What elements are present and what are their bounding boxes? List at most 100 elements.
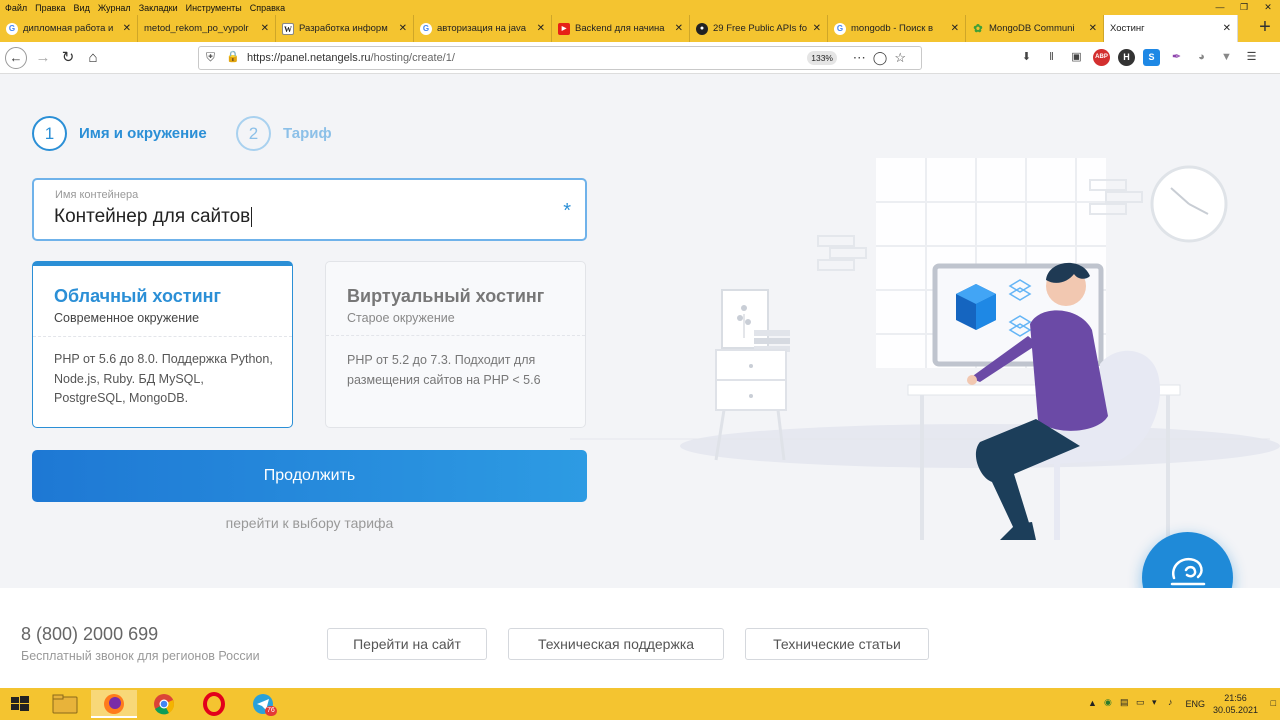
menu-bookmarks[interactable]: Закладки [139, 3, 178, 13]
wikipedia-icon: W [282, 22, 294, 35]
restore-icon[interactable]: ❐ [1232, 0, 1256, 15]
pocket-icon[interactable]: ◯ [873, 50, 895, 65]
card-title: Облачный хостинг [54, 286, 222, 306]
windows-start-icon[interactable] [0, 690, 40, 718]
browser-tab[interactable]: G дипломная работа и ✕ [0, 15, 138, 42]
github-icon: ● [696, 22, 708, 35]
tech-articles-button[interactable]: Технические статьи [745, 628, 929, 660]
menu-view[interactable]: Вид [74, 3, 90, 13]
close-tab-icon[interactable]: ✕ [537, 23, 545, 34]
globe-icon[interactable]: ◕ [1193, 49, 1210, 66]
chrome-icon[interactable] [141, 690, 187, 718]
tray-network-icon[interactable]: ▤ [1120, 697, 1129, 708]
input-language[interactable]: ENG [1185, 699, 1205, 709]
more-actions-icon[interactable]: ⋯ [853, 50, 873, 65]
firefox-icon[interactable] [91, 690, 137, 718]
card-description: PHP от 5.6 до 8.0. Поддержка Python, Nod… [54, 352, 273, 405]
downloads-icon[interactable]: ⬇ [1018, 49, 1035, 66]
telegram-unread-badge: 76 [265, 706, 277, 716]
library-icon[interactable]: ‖ [1043, 49, 1060, 66]
lock-icon[interactable]: 🔒 [226, 50, 240, 63]
zoom-indicator[interactable]: 133% [807, 51, 837, 65]
new-tab-icon[interactable]: + [1250, 15, 1280, 42]
cloud-hosting-card[interactable]: Облачный хостинг Современное окружение P… [32, 261, 293, 428]
tab-title: дипломная работа и [23, 23, 114, 34]
menu-tools[interactable]: Инструменты [186, 3, 242, 13]
address-bar[interactable]: ⛨ 🔒 https://panel.netangels.ru/hosting/c… [198, 46, 922, 70]
bookmark-star-icon[interactable]: ☆ [894, 50, 913, 65]
tab-title: 29 Free Public APIs fo [713, 23, 807, 34]
close-tab-icon[interactable]: ✕ [261, 23, 269, 34]
virtual-hosting-card[interactable]: Виртуальный хостинг Старое окружение PHP… [325, 261, 586, 428]
file-explorer-icon[interactable] [42, 690, 88, 718]
telegram-icon[interactable]: 76 [240, 690, 286, 718]
go-to-tariff-link[interactable]: перейти к выбору тарифа [32, 515, 587, 531]
browser-tab[interactable]: ● 29 Free Public APIs fo ✕ [690, 15, 828, 42]
close-tab-icon[interactable]: ✕ [1223, 23, 1231, 34]
clock-date: 30.05.2021 [1212, 705, 1258, 715]
home-icon[interactable]: ⌂ [82, 47, 104, 69]
windows-taskbar: 76 ▲ ◉ ▤ ▭ ▾ ♪ ENG 21:56 30.05.2021 □ [0, 688, 1280, 720]
forward-icon[interactable]: → [32, 47, 54, 69]
tray-app-icon[interactable]: ◉ [1104, 697, 1112, 708]
opera-icon[interactable] [191, 690, 237, 718]
shield-icon[interactable]: ⛨ [206, 50, 215, 65]
chat-support-icon [1170, 557, 1206, 586]
hamburger-menu-icon[interactable]: ☰ [1243, 49, 1260, 66]
close-tab-icon[interactable]: ✕ [813, 23, 821, 34]
browser-tab[interactable]: G mongodb - Поиск в ✕ [828, 15, 966, 42]
close-window-icon[interactable]: ✕ [1256, 0, 1280, 15]
browser-tab[interactable]: ▶ Backend для начина ✕ [552, 15, 690, 42]
menu-edit[interactable]: Правка [35, 3, 65, 13]
extension-h-icon[interactable]: H [1118, 49, 1135, 66]
browser-tab[interactable]: metod_rekom_po_vypolr ✕ [138, 15, 276, 42]
reader-view-icon[interactable]: ▣ [1068, 49, 1085, 66]
container-name-input[interactable]: Контейнер для сайтов [54, 206, 253, 228]
continue-button[interactable]: Продолжить [32, 450, 587, 502]
support-phone[interactable]: 8 (800) 2000 699 [21, 624, 158, 645]
close-tab-icon[interactable]: ✕ [675, 23, 683, 34]
card-title: Виртуальный хостинг [347, 286, 545, 306]
tab-title: metod_rekom_po_vypolr [144, 23, 249, 34]
clock[interactable]: 21:56 30.05.2021 [1213, 692, 1258, 716]
support-chat-button[interactable] [1142, 532, 1233, 588]
close-tab-icon[interactable]: ✕ [399, 23, 407, 34]
close-tab-icon[interactable]: ✕ [123, 23, 131, 34]
tray-expand-icon[interactable]: ▲ [1088, 698, 1097, 708]
youtube-icon: ▶ [558, 22, 570, 35]
card-subtitle: Старое окружение [347, 311, 455, 325]
browser-tab[interactable]: W Разработка информ ✕ [276, 15, 414, 42]
overflow-menu-icon[interactable]: ▼ [1218, 49, 1235, 66]
page-footer: 8 (800) 2000 699 Бесплатный звонок для р… [0, 588, 1280, 688]
close-tab-icon[interactable]: ✕ [951, 23, 959, 34]
minimize-icon[interactable]: — [1208, 0, 1232, 15]
card-subtitle: Современное окружение [54, 311, 200, 325]
menu-file[interactable]: Файл [5, 3, 27, 13]
toolbar-icons: ⬇ ‖ ▣ ABP H S ✒ ◕ ▼ ☰ [1018, 49, 1268, 66]
go-to-site-button[interactable]: Перейти на сайт [327, 628, 487, 660]
step-number: 2 [236, 116, 271, 151]
tray-battery-icon[interactable]: ▭ [1136, 697, 1145, 708]
back-icon[interactable]: ← [5, 47, 27, 69]
tray-wifi-icon[interactable]: ▾ [1152, 697, 1157, 708]
step-tariff[interactable]: 2 Тариф [236, 116, 332, 151]
menu-help[interactable]: Справка [250, 3, 285, 13]
extension-feather-icon[interactable]: ✒ [1168, 49, 1185, 66]
browser-tab-active[interactable]: Хостинг ✕ [1104, 15, 1238, 42]
tray-volume-icon[interactable]: ♪ [1168, 697, 1173, 707]
container-name-label: Имя контейнера [55, 189, 139, 201]
url-text[interactable]: https://panel.netangels.ru/hosting/creat… [247, 52, 455, 64]
notifications-icon[interactable]: □ [1271, 698, 1276, 708]
extension-s-icon[interactable]: S [1143, 49, 1160, 66]
reload-icon[interactable]: ↻ [57, 47, 79, 69]
browser-tab[interactable]: ✿ MongoDB Communi ✕ [966, 15, 1104, 42]
adblock-icon[interactable]: ABP [1093, 49, 1110, 66]
browser-tab[interactable]: G авторизация на java ✕ [414, 15, 552, 42]
container-name-field[interactable]: Имя контейнера Контейнер для сайтов * [32, 178, 587, 241]
tab-title: Разработка информ [299, 23, 388, 34]
tab-strip: G дипломная работа и ✕ metod_rekom_po_vy… [0, 15, 1280, 42]
tab-title: Хостинг [1110, 23, 1145, 34]
menu-history[interactable]: Журнал [98, 3, 131, 13]
tech-support-button[interactable]: Техническая поддержка [508, 628, 724, 660]
close-tab-icon[interactable]: ✕ [1089, 23, 1097, 34]
